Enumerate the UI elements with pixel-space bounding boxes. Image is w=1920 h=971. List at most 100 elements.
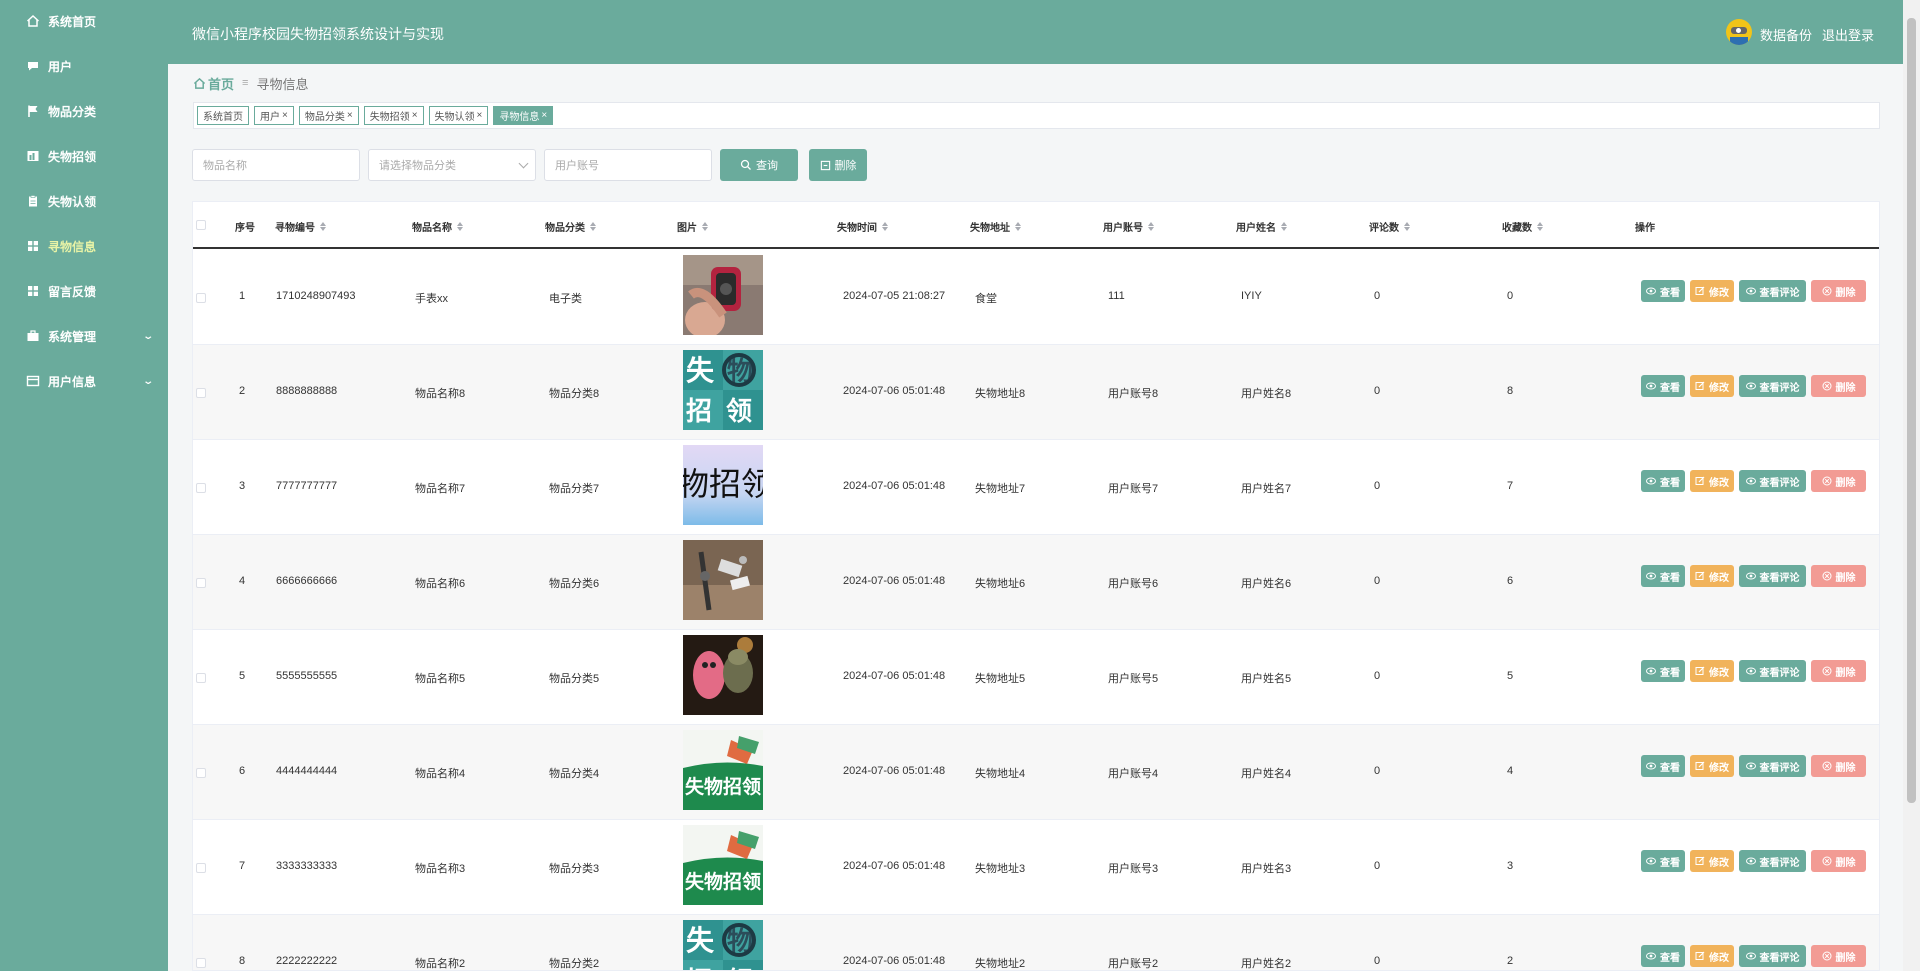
backup-button[interactable]: 数据备份 — [1760, 25, 1812, 44]
close-icon[interactable]: × — [412, 110, 418, 121]
close-icon[interactable]: × — [541, 110, 547, 121]
view-comments-button[interactable]: 查看评论 — [1739, 660, 1806, 682]
table-row[interactable]: 5 5555555555 物品名称5 物品分类5 2024-07-06 05:01:48… — [193, 630, 1879, 725]
sidebar-item-category[interactable]: 物品分类 — [0, 90, 168, 132]
delete-button[interactable]: 删除 — [1811, 280, 1866, 302]
tag-item[interactable]: 失物招领 × — [363, 106, 424, 125]
column-header[interactable]: 物品名称 — [412, 219, 463, 234]
sidebar-item-feedback[interactable]: 留言反馈 — [0, 270, 168, 312]
column-header[interactable]: 失物地址 — [970, 219, 1021, 234]
view-comments-button[interactable]: 查看评论 — [1739, 470, 1806, 492]
edit-button[interactable]: 修改 — [1690, 375, 1734, 397]
close-icon[interactable]: × — [477, 110, 483, 121]
item-image[interactable] — [683, 255, 763, 335]
item-name-input[interactable]: 物品名称 — [192, 149, 360, 181]
edit-button[interactable]: 修改 — [1690, 470, 1734, 492]
sort-icon[interactable] — [590, 222, 596, 231]
column-header[interactable]: 物品分类 — [545, 219, 596, 234]
tag-item[interactable]: 失物认领 × — [428, 106, 489, 125]
logout-button[interactable]: 退出登录 — [1822, 25, 1874, 44]
item-image[interactable]: 失物招领 — [683, 730, 763, 810]
delete-button[interactable]: 删除 — [1811, 850, 1866, 872]
sidebar-item-system[interactable]: 系统管理 ⌄ — [0, 315, 168, 357]
sort-icon[interactable] — [457, 222, 463, 231]
edit-button[interactable]: 修改 — [1690, 280, 1734, 302]
tag-item[interactable]: 寻物信息 × — [493, 106, 554, 125]
delete-button[interactable]: 删除 — [1811, 660, 1866, 682]
table-row[interactable]: 6 4444444444 物品名称4 物品分类4 2024-07-06 05:01:48… — [193, 725, 1879, 820]
column-header[interactable]: 评论数 — [1369, 219, 1410, 234]
sort-icon[interactable] — [1281, 222, 1287, 231]
table-row[interactable]: 1 1710248907493 手表xx 电子类 2024-07-05 21:08:27… — [193, 250, 1879, 345]
item-image[interactable]: 失物招领 — [683, 920, 763, 970]
avatar[interactable] — [1726, 19, 1752, 45]
delete-button[interactable]: 删除 — [1811, 470, 1866, 492]
item-image[interactable]: 失物招领 — [683, 825, 763, 905]
category-select[interactable]: 请选择物品分类 — [368, 149, 536, 181]
table-row[interactable]: 3 7777777777 物品名称7 物品分类7 2024-07-06 05:01:48… — [193, 440, 1879, 535]
sort-icon[interactable] — [1148, 222, 1154, 231]
tag-item[interactable]: 用户 × — [254, 106, 294, 125]
delete-button[interactable]: 删除 — [1811, 565, 1866, 587]
view-comments-button[interactable]: 查看评论 — [1739, 755, 1806, 777]
column-header[interactable]: 用户账号 — [1103, 219, 1154, 234]
delete-button[interactable]: 删除 — [1811, 375, 1866, 397]
sort-icon[interactable] — [882, 222, 888, 231]
column-header[interactable]: 失物时间 — [837, 219, 888, 234]
edit-button[interactable]: 修改 — [1690, 850, 1734, 872]
view-button[interactable]: 查看 — [1641, 280, 1685, 302]
view-button[interactable]: 查看 — [1641, 945, 1685, 967]
column-header[interactable]: 寻物编号 — [275, 219, 326, 234]
sidebar-item-users[interactable]: 用户 — [0, 45, 168, 87]
tag-item[interactable]: 系统首页 — [197, 106, 249, 125]
view-comments-button[interactable]: 查看评论 — [1739, 375, 1806, 397]
view-comments-button[interactable]: 查看评论 — [1739, 850, 1806, 872]
delete-button[interactable]: 删除 — [1811, 755, 1866, 777]
row-checkbox[interactable] — [196, 768, 206, 778]
view-button[interactable]: 查看 — [1641, 660, 1685, 682]
edit-button[interactable]: 修改 — [1690, 755, 1734, 777]
page-scrollbar[interactable] — [1903, 0, 1920, 971]
sort-icon[interactable] — [1537, 222, 1543, 231]
view-button[interactable]: 查看 — [1641, 375, 1685, 397]
sidebar-item-claim[interactable]: 失物认领 — [0, 180, 168, 222]
delete-button[interactable]: 删除 — [1811, 945, 1866, 967]
row-checkbox[interactable] — [196, 578, 206, 588]
edit-button[interactable]: 修改 — [1690, 945, 1734, 967]
account-input[interactable]: 用户账号 — [544, 149, 712, 181]
sort-icon[interactable] — [1404, 222, 1410, 231]
scrollbar-thumb[interactable] — [1907, 18, 1916, 803]
query-button[interactable]: 查询 — [720, 149, 798, 181]
breadcrumb-home[interactable]: 首页 — [193, 74, 234, 93]
item-image[interactable]: 失物招领 — [683, 350, 763, 430]
row-checkbox[interactable] — [196, 958, 206, 968]
view-comments-button[interactable]: 查看评论 — [1739, 280, 1806, 302]
sort-icon[interactable] — [320, 222, 326, 231]
item-image[interactable] — [683, 635, 763, 715]
item-image[interactable] — [683, 540, 763, 620]
view-button[interactable]: 查看 — [1641, 755, 1685, 777]
row-checkbox[interactable] — [196, 388, 206, 398]
edit-button[interactable]: 修改 — [1690, 565, 1734, 587]
column-header[interactable]: 用户姓名 — [1236, 219, 1287, 234]
close-icon[interactable]: × — [282, 110, 288, 121]
view-comments-button[interactable]: 查看评论 — [1739, 565, 1806, 587]
close-icon[interactable]: × — [347, 110, 353, 121]
table-row[interactable]: 7 3333333333 物品名称3 物品分类3 2024-07-06 05:01:48… — [193, 820, 1879, 915]
table-row[interactable]: 4 6666666666 物品名称6 物品分类6 2024-07-06 05:01:48… — [193, 535, 1879, 630]
sidebar-item-lost-found[interactable]: 失物招领 — [0, 135, 168, 177]
tag-item[interactable]: 物品分类 × — [298, 106, 359, 125]
view-button[interactable]: 查看 — [1641, 470, 1685, 492]
view-button[interactable]: 查看 — [1641, 565, 1685, 587]
edit-button[interactable]: 修改 — [1690, 660, 1734, 682]
row-checkbox[interactable] — [196, 863, 206, 873]
row-checkbox[interactable] — [196, 483, 206, 493]
sidebar-item-search-info[interactable]: 寻物信息 — [0, 225, 168, 267]
table-row[interactable]: 2 8888888888 物品名称8 物品分类8 2024-07-06 05:01:48… — [193, 345, 1879, 440]
column-header[interactable]: 收藏数 — [1502, 219, 1543, 234]
sidebar-item-user-info[interactable]: 用户信息 ⌄ — [0, 360, 168, 402]
row-checkbox[interactable] — [196, 673, 206, 683]
view-comments-button[interactable]: 查看评论 — [1739, 945, 1806, 967]
row-checkbox[interactable] — [196, 293, 206, 303]
sort-icon[interactable] — [702, 222, 708, 231]
